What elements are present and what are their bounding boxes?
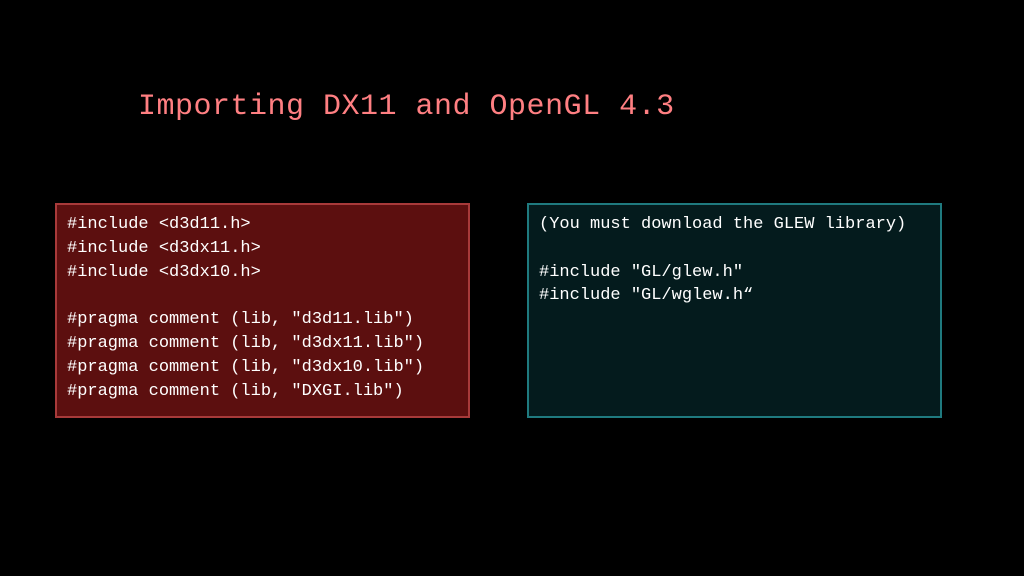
slide-title: Importing DX11 and OpenGL 4.3	[138, 90, 675, 124]
dx11-code-box: #include <d3d11.h> #include <d3dx11.h> #…	[55, 203, 470, 418]
opengl-code-box: (You must download the GLEW library) #in…	[527, 203, 942, 418]
slide: Importing DX11 and OpenGL 4.3 #include <…	[0, 0, 1024, 576]
